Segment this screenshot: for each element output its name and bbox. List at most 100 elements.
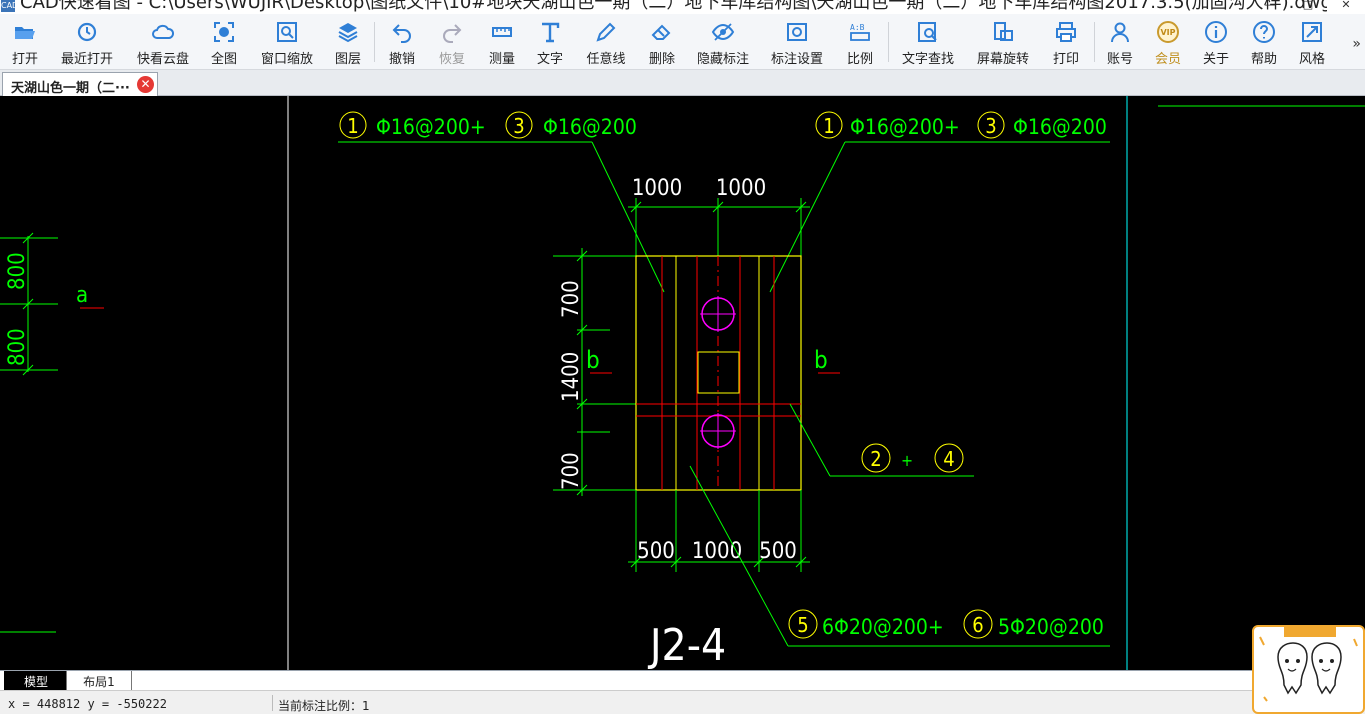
toolbar-label: 比例 [846, 52, 873, 67]
section-marker-b-left: b [586, 346, 600, 374]
cloud-icon [152, 24, 175, 39]
section-marker-b-right: b [814, 346, 828, 374]
annotation-settings-button[interactable]: 标注设置 [768, 20, 826, 68]
rebar-bubble-number: 1 [823, 114, 834, 138]
redo-icon [443, 24, 462, 43]
eraser-icon [651, 24, 671, 40]
layout-tab-bar: 模型 布局1 [0, 670, 1365, 690]
app-icon: CAD [1, 0, 19, 12]
freehand-line-button[interactable]: 任意线 [584, 20, 628, 68]
far-left-dim-label: 800 [5, 252, 30, 290]
eye-icon [711, 23, 735, 41]
print-button[interactable]: 打印 [1048, 20, 1084, 68]
dimension-top-label: 1000 [716, 176, 766, 201]
maximize-button[interactable]: □ [1289, 0, 1327, 14]
leader-line-top-right-diag [769, 141, 846, 293]
rebar-bubble-number: 3 [513, 114, 524, 138]
far-left-dim-label: 800 [5, 328, 30, 366]
toolbar-label: 窗口缩放 [260, 52, 313, 67]
rebar-spec: 6Φ20@200+ [822, 615, 944, 639]
delete-button[interactable]: 删除 [644, 20, 680, 68]
toolbar-separator [888, 22, 889, 62]
text-search-button[interactable]: 文字查找 [898, 20, 958, 68]
scale-icon: A:B [850, 23, 870, 41]
layers-icon [338, 23, 358, 43]
mascot-widget[interactable] [1252, 625, 1365, 714]
text-button[interactable]: 文字 [532, 20, 568, 68]
status-divider [272, 695, 273, 711]
toolbar-label: 删除 [648, 52, 675, 67]
rebar-bubble-number: 5 [797, 613, 808, 637]
drawing-canvas[interactable]: 800 800 a 1 Φ16@200+ 3 Φ16@200 1 Φ16@200… [0, 96, 1365, 670]
about-button[interactable]: 关于 [1198, 20, 1234, 68]
toolbar-label: 标注设置 [770, 52, 823, 67]
close-window-button[interactable]: ✕ [1327, 0, 1365, 14]
pile-symbol [700, 296, 736, 332]
rebar-bubble-number: 2 [870, 447, 881, 471]
svg-text:VIP: VIP [1160, 28, 1175, 37]
toolbar-overflow-button[interactable]: » [1352, 36, 1361, 52]
rotate-screen-button[interactable]: 屏幕旋转 [974, 20, 1032, 68]
toolbar-label: 关于 [1202, 52, 1229, 67]
dimension-bottom-label: 500 [759, 539, 797, 564]
annotation-settings-icon [787, 23, 807, 41]
vip-icon: VIP [1157, 21, 1179, 43]
toolbar-label: 文字 [536, 52, 563, 67]
mascot-image [1259, 627, 1358, 702]
account-button[interactable]: 账号 [1102, 20, 1138, 68]
dimension-bottom-label: 1000 [692, 539, 742, 564]
document-tab-label: 天湖山色一期（二··· [11, 81, 130, 96]
rebar-bubble-number: 6 [972, 613, 983, 637]
cloud-disk-button[interactable]: 快看云盘 [134, 20, 192, 68]
toolbar-label: 测量 [488, 52, 515, 67]
recent-open-button[interactable]: 最近打开 [58, 20, 116, 68]
document-tab[interactable]: 天湖山色一期（二··· ✕ [2, 72, 158, 96]
minimize-button[interactable]: — [1251, 0, 1289, 14]
cad-drawing: 800 800 a 1 Φ16@200+ 3 Φ16@200 1 Φ16@200… [0, 96, 1365, 670]
main-toolbar: 打开 最近打开 快看云盘 全图 窗口缩放 图层 撤销 恢复 测量 文字 任意线 … [0, 14, 1365, 70]
measure-button[interactable]: 测量 [484, 20, 520, 68]
tab-layout1[interactable]: 布局1 [66, 671, 132, 690]
rebar-bubble-number: 4 [943, 447, 954, 471]
text-search-icon [918, 22, 937, 42]
user-icon [1111, 22, 1129, 43]
toolbar-label: 图层 [334, 52, 361, 67]
style-button[interactable]: 风格 [1294, 20, 1330, 68]
callout-plus: + [901, 451, 913, 470]
zoom-window-button[interactable]: 窗口缩放 [258, 20, 316, 68]
vip-member-button[interactable]: VIP 会员 [1150, 20, 1186, 68]
redo-button[interactable]: 恢复 [434, 20, 470, 68]
toolbar-label: 恢复 [438, 52, 465, 67]
top-dimension [628, 198, 810, 262]
leader-line-top-left-diag [591, 141, 665, 293]
rotate-screen-icon [994, 22, 1013, 41]
hide-annotation-button[interactable]: 隐藏标注 [694, 20, 752, 68]
open-button[interactable]: 打开 [4, 20, 46, 68]
tab-model[interactable]: 模型 [4, 671, 68, 690]
info-icon [1205, 21, 1227, 43]
undo-icon [392, 24, 411, 43]
folder-open-icon [15, 27, 35, 39]
rebar-spec: 5Φ20@200 [998, 615, 1104, 639]
zoom-window-icon [277, 22, 297, 42]
rebar-spec: Φ16@200 [1013, 115, 1107, 139]
rebar-spec: Φ16@200 [543, 115, 637, 139]
toolbar-label: 打开 [11, 52, 38, 67]
toolbar-label: 帮助 [1250, 52, 1277, 67]
style-icon [1302, 22, 1322, 42]
rebar-bubble-number: 1 [347, 114, 358, 138]
layers-button[interactable]: 图层 [330, 20, 366, 68]
toolbar-label: 会员 [1154, 52, 1181, 67]
toolbar-separator [374, 22, 375, 62]
pile-symbol [700, 413, 736, 449]
scale-button[interactable]: A:B 比例 [842, 20, 878, 68]
title-bar: CAD CAD快速看图 - C:\Users\WUJIR\Desktop\图纸文… [0, 0, 1365, 14]
zoom-extents-button[interactable]: 全图 [206, 20, 242, 68]
dimension-left-label: 1400 [559, 352, 584, 402]
close-tab-icon[interactable]: ✕ [137, 76, 154, 93]
cursor-coordinates: x = 448812 y = -550222 [8, 697, 167, 711]
help-button[interactable]: 帮助 [1246, 20, 1282, 68]
undo-button[interactable]: 撤销 [384, 20, 420, 68]
toolbar-label: 屏幕旋转 [976, 52, 1029, 67]
printer-icon [1056, 22, 1076, 42]
